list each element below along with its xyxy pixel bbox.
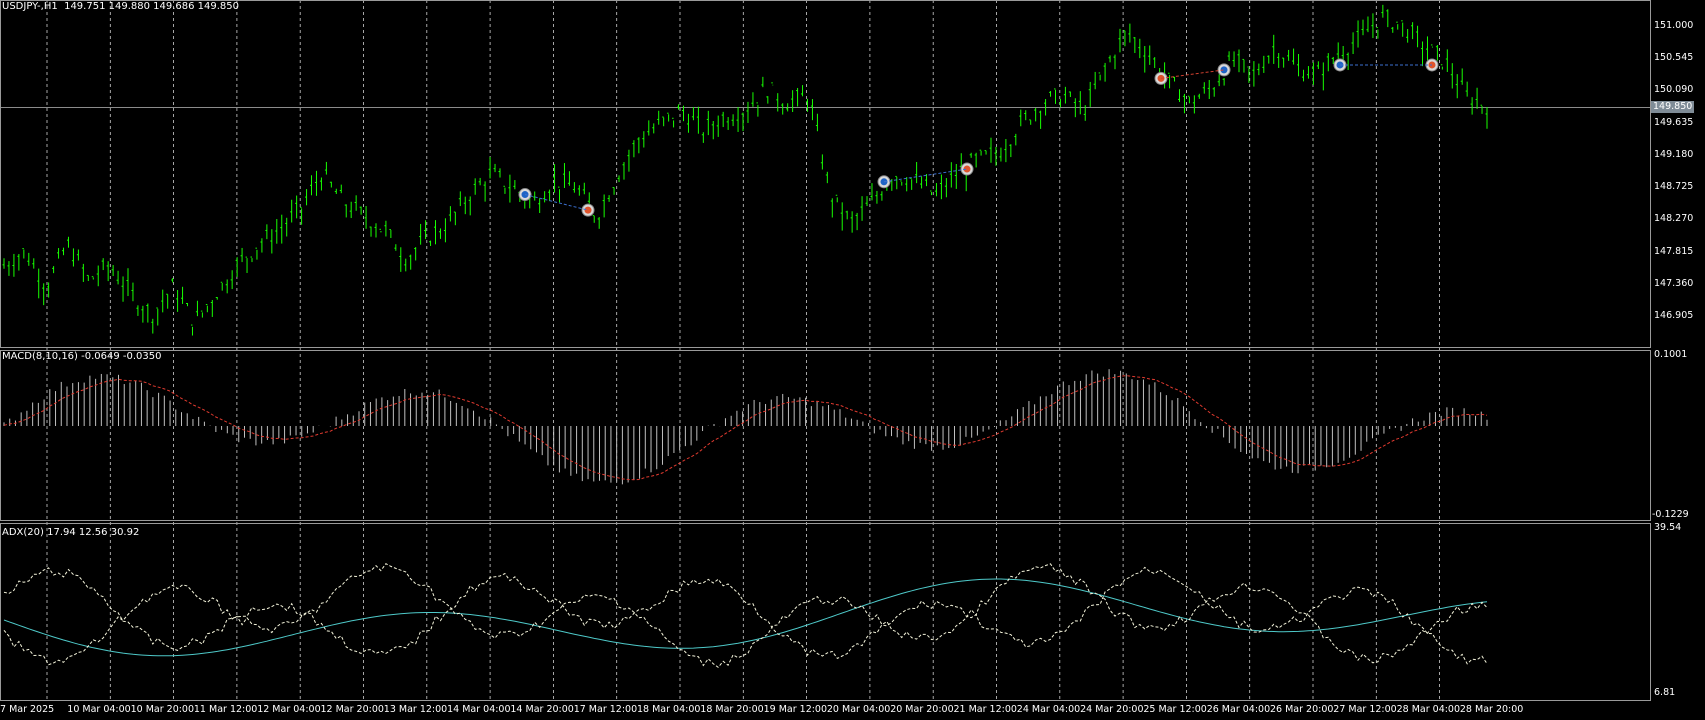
time-label: 24 Mar 20:00 xyxy=(1080,704,1144,715)
time-label: 28 Mar 04:00 xyxy=(1396,704,1461,715)
time-label: 13 Mar 12:00 xyxy=(383,704,448,715)
chart-canvas[interactable] xyxy=(0,0,1705,720)
panel-border xyxy=(0,350,1651,521)
time-label: 10 Mar 20:00 xyxy=(130,704,195,715)
panel-frames xyxy=(0,0,1651,701)
time-label: 18 Mar 20:00 xyxy=(700,704,764,715)
price-tick-label: 148.725 xyxy=(1654,181,1694,193)
price-tick-label: 150.545 xyxy=(1654,52,1694,64)
adx-lines xyxy=(3,563,1488,668)
price-tick-label: 147.360 xyxy=(1654,277,1694,289)
adx-panel-title: ADX(20) 17.94 12.56 30.92 xyxy=(2,527,140,538)
adx-top-tick: 39.54 xyxy=(1654,522,1682,533)
macd-top-tick: 0.1001 xyxy=(1654,349,1688,360)
price-tick-label: 151.000 xyxy=(1654,20,1694,31)
time-label: 12 Mar 04:00 xyxy=(257,704,321,715)
time-label: 7 Mar 2025 xyxy=(0,704,55,715)
adx-bottom-tick: 6.81 xyxy=(1654,687,1676,698)
price-tick-label: 146.905 xyxy=(1654,310,1694,321)
time-label: 17 Mar 12:00 xyxy=(573,704,638,715)
trade-markers[interactable] xyxy=(518,58,1439,217)
time-label: 26 Mar 04:00 xyxy=(1206,704,1271,715)
plus-di-line xyxy=(3,563,1488,668)
macd-panel-title: MACD(8,10,16) -0.0649 -0.0350 xyxy=(2,351,162,362)
time-label: 27 Mar 12:00 xyxy=(1333,704,1397,715)
adx-line xyxy=(3,578,1488,657)
time-label: 18 Mar 04:00 xyxy=(637,704,701,715)
time-label: 19 Mar 12:00 xyxy=(763,704,828,715)
time-label: 26 Mar 20:00 xyxy=(1270,704,1334,715)
time-label: 11 Mar 12:00 xyxy=(193,704,258,715)
macd-bottom-tick: -0.1229 xyxy=(1652,509,1689,520)
macd-histogram xyxy=(3,369,1488,485)
price-tick-label: 148.270 xyxy=(1654,213,1694,225)
time-label: 24 Mar 04:00 xyxy=(1016,704,1081,715)
macd-signal-line xyxy=(3,375,1488,481)
price-tick-label: 149.635 xyxy=(1654,116,1694,128)
time-label: 12 Mar 20:00 xyxy=(320,704,384,715)
time-label: 20 Mar 20:00 xyxy=(890,704,954,715)
time-label: 28 Mar 20:00 xyxy=(1459,704,1524,715)
time-label: 14 Mar 20:00 xyxy=(510,704,574,715)
time-label: 20 Mar 04:00 xyxy=(826,704,891,715)
price-tick-label: 150.090 xyxy=(1654,84,1694,96)
time-label: 14 Mar 04:00 xyxy=(447,704,511,715)
price-tick-label: 147.815 xyxy=(1654,245,1694,257)
price-candles xyxy=(2,4,1488,336)
time-label: 25 Mar 12:00 xyxy=(1143,704,1207,715)
trading-chart-window[interactable]: USDJPY-,H1 149.751 149.880 149.686 149.8… xyxy=(0,0,1705,720)
current-price-badge: 149.850 xyxy=(1651,101,1695,113)
trade-link-line xyxy=(1160,69,1225,79)
main-panel-title: USDJPY-,H1 149.751 149.880 149.686 149.8… xyxy=(2,1,240,12)
time-label: 10 Mar 04:00 xyxy=(67,704,131,715)
panel-border xyxy=(0,523,1651,701)
panel-border xyxy=(0,0,1651,348)
time-label: 21 Mar 12:00 xyxy=(953,704,1017,715)
price-tick-label: 149.180 xyxy=(1654,148,1694,160)
